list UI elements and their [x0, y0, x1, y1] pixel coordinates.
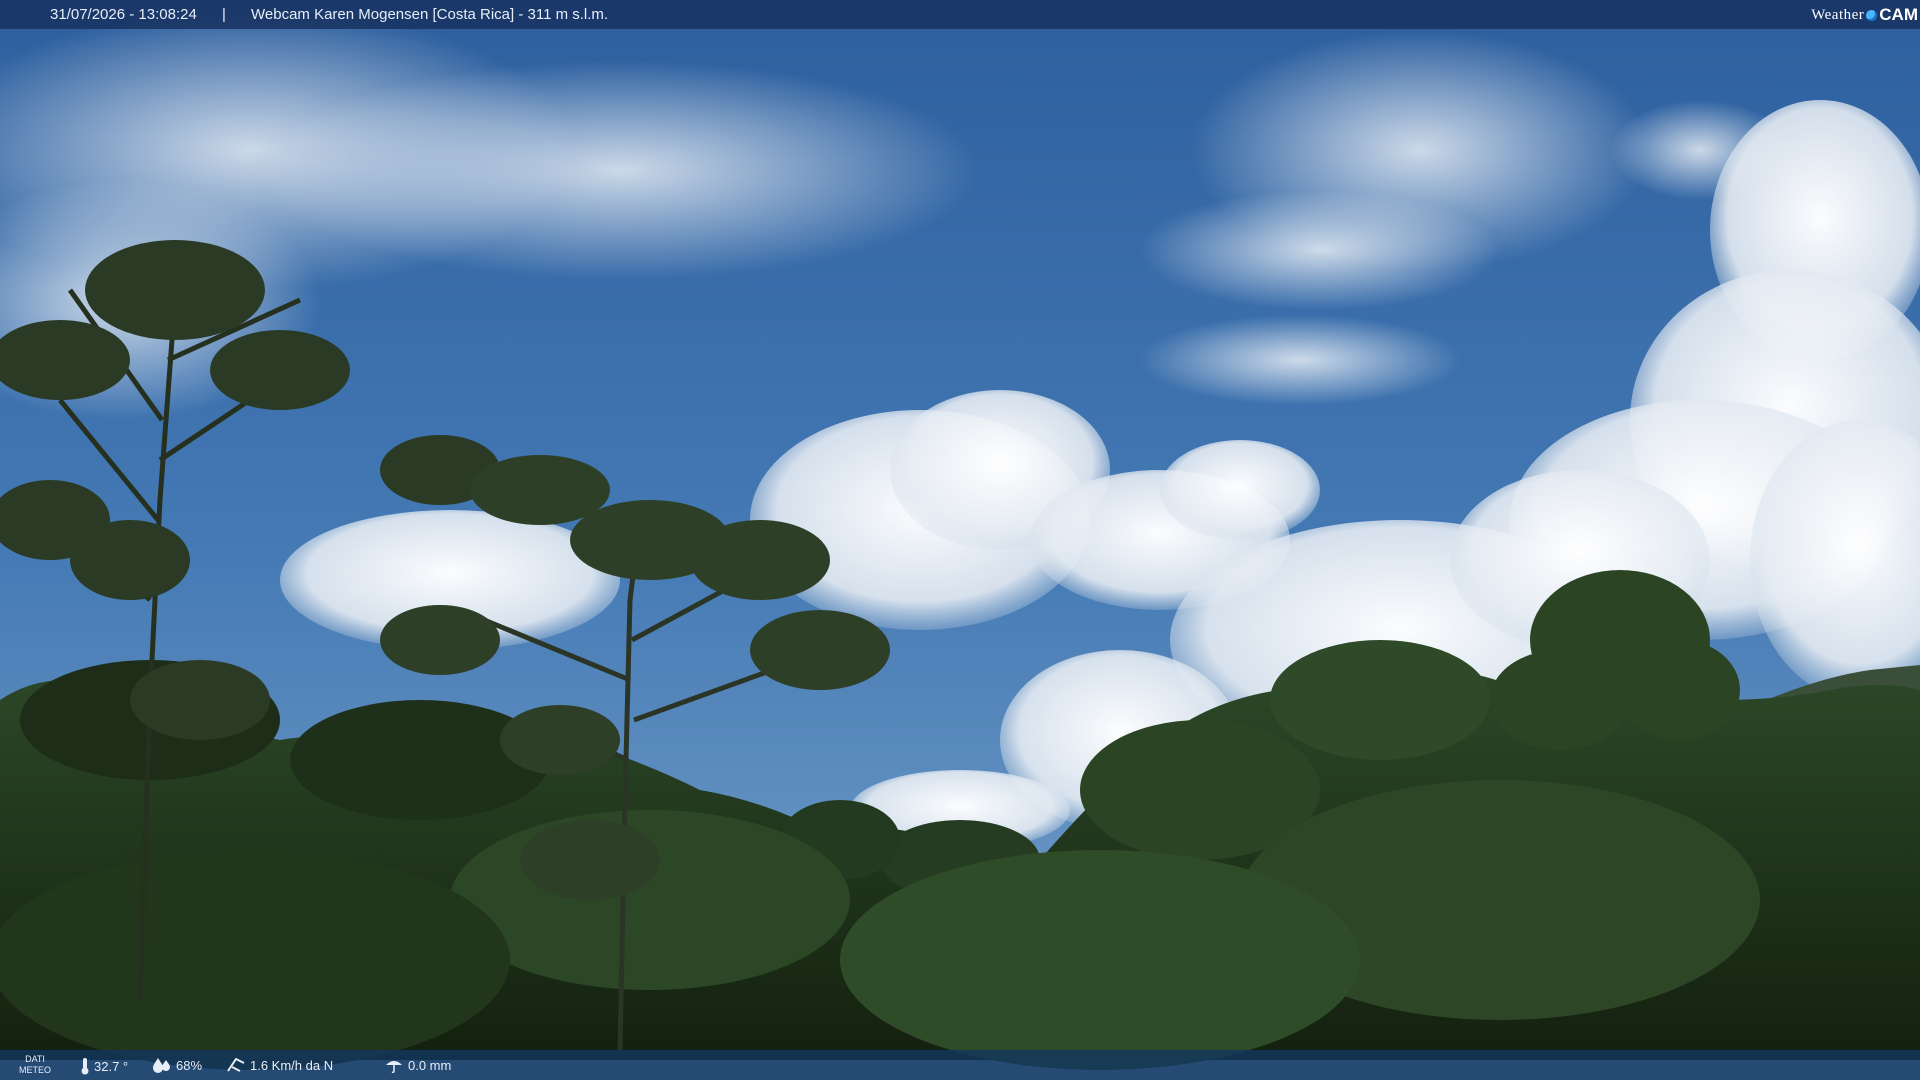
wind-icon: [227, 1057, 245, 1072]
thermometer-icon: [81, 1058, 89, 1075]
humidity-value: 68%: [176, 1057, 203, 1073]
webcam-title: Webcam Karen Mogensen [Costa Rica] - 311…: [251, 6, 609, 23]
rain-icon: [386, 1061, 402, 1073]
weather-data-label: DATI METEO: [19, 1054, 51, 1076]
globe-icon: [1866, 9, 1878, 21]
weathercam-logo: Weather CAM: [1811, 3, 1918, 27]
temperature-value: 32.7 °: [94, 1058, 129, 1074]
wind-reading: 1.6 Km/h da N: [226, 1057, 333, 1073]
humidity-reading: 68%: [152, 1057, 202, 1073]
weather-label-line2: METEO: [19, 1065, 52, 1075]
top-info-bar: 31/07/2026 - 13:08:24 | Webcam Karen Mog…: [0, 0, 1920, 29]
timestamp: 31/07/2026 - 13:08:24: [50, 6, 197, 23]
weather-data-bar: DATI METEO 32.7 ° 68% 1.6 Km/h da N 0.0 …: [0, 1050, 1920, 1080]
webcam-scene: [0, 0, 1920, 1080]
wind-value: 1.6 Km/h da N: [250, 1057, 334, 1073]
separator: |: [222, 6, 226, 23]
temperature-reading: 32.7 °: [80, 1057, 128, 1075]
logo-word-weather: Weather: [1811, 6, 1865, 23]
weather-label-line1: DATI: [25, 1054, 45, 1064]
rain-value: 0.0 mm: [408, 1057, 452, 1073]
humidity-drop-icon: [153, 1058, 170, 1073]
logo-word-cam: CAM: [1879, 5, 1918, 24]
rain-reading: 0.0 mm: [384, 1057, 451, 1073]
